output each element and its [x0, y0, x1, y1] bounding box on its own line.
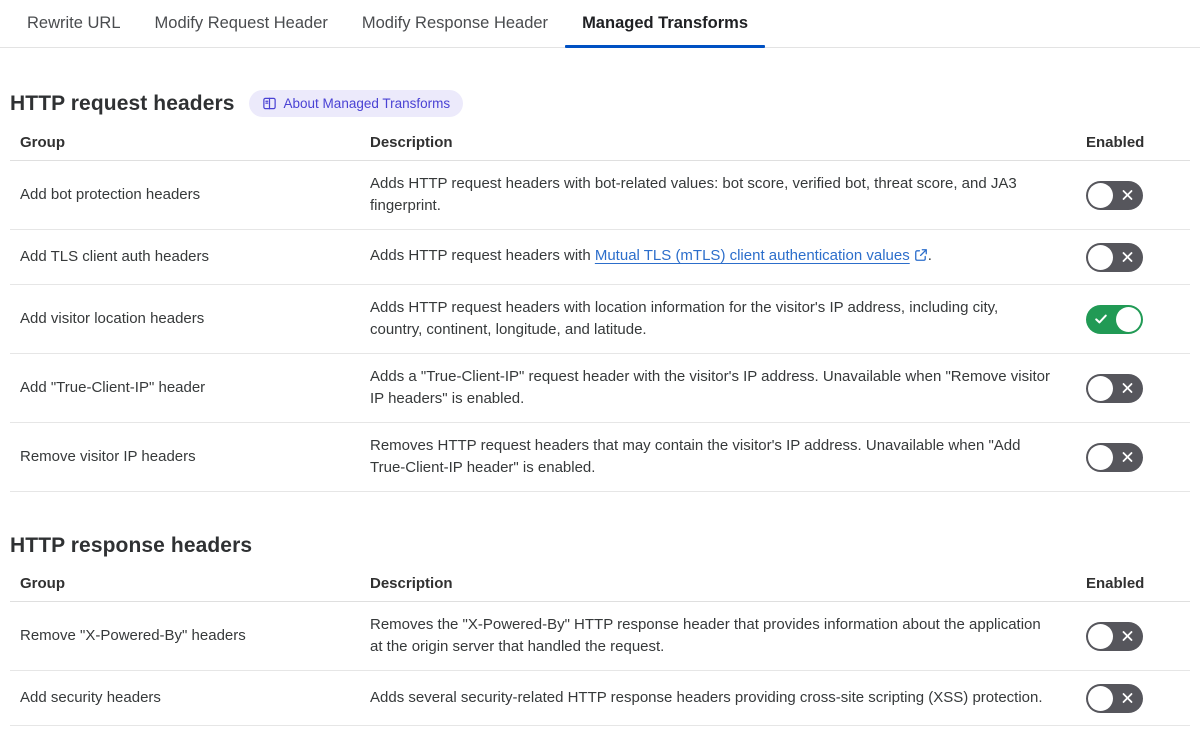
column-header-description: Description	[370, 134, 453, 151]
description-link[interactable]: Mutual TLS (mTLS) client authentication …	[595, 247, 910, 264]
x-icon	[1121, 189, 1134, 202]
enabled-toggle[interactable]	[1086, 304, 1143, 334]
section: HTTP request headers About Managed Trans…	[0, 90, 1200, 492]
table-row: Add TLS client auth headers Adds HTTP re…	[10, 230, 1190, 285]
section: HTTP response headers Group Description …	[0, 534, 1200, 726]
column-header-group: Group	[20, 134, 65, 151]
about-badge[interactable]: About Managed Transforms	[248, 90, 464, 117]
toggle-knob	[1088, 375, 1113, 401]
table-row: Add visitor location headers Adds HTTP r…	[10, 285, 1190, 354]
toggle-knob	[1088, 623, 1113, 649]
x-icon	[1121, 692, 1134, 705]
enabled-cell	[1080, 373, 1190, 403]
toggle-knob	[1116, 306, 1141, 332]
external-link-icon	[914, 247, 928, 269]
column-header-enabled: Enabled	[1086, 575, 1145, 592]
enabled-cell	[1080, 242, 1190, 272]
section-head: HTTP response headers	[0, 534, 1200, 558]
table-body: Remove "X-Powered-By" headers Removes th…	[10, 602, 1190, 726]
section-head: HTTP request headers About Managed Trans…	[0, 90, 1200, 117]
group-cell: Add "True-Client-IP" header	[20, 379, 206, 396]
enabled-cell	[1080, 180, 1190, 210]
section-title: HTTP response headers	[10, 534, 253, 557]
description-cell: Adds HTTP request headers with Mutual TL…	[370, 233, 1080, 281]
enabled-cell	[1080, 621, 1190, 651]
enabled-toggle[interactable]	[1086, 442, 1143, 472]
toggle-knob	[1088, 685, 1113, 711]
description-cell: Adds several security-related HTTP respo…	[370, 689, 1043, 706]
table-row: Add security headers Adds several securi…	[10, 671, 1190, 726]
group-cell: Add TLS client auth headers	[20, 248, 210, 265]
toggle-knob	[1088, 444, 1113, 470]
group-cell: Add visitor location headers	[20, 310, 205, 327]
enabled-toggle[interactable]	[1086, 373, 1143, 403]
column-header-enabled: Enabled	[1086, 134, 1145, 151]
enabled-toggle[interactable]	[1086, 242, 1143, 272]
table-body: Add bot protection headers Adds HTTP req…	[10, 161, 1190, 492]
column-header-group: Group	[20, 575, 65, 592]
table: Group Description Enabled Remove "X-Powe…	[10, 575, 1190, 726]
table-row: Add "True-Client-IP" header Adds a "True…	[10, 354, 1190, 423]
toggle-knob	[1088, 182, 1113, 208]
enabled-toggle[interactable]	[1086, 180, 1143, 210]
table-header: Group Description Enabled	[10, 575, 1190, 602]
group-cell: Add security headers	[20, 689, 161, 706]
badge-label: About Managed Transforms	[283, 96, 451, 111]
main: HTTP request headers About Managed Trans…	[0, 90, 1200, 740]
description-cell: Adds HTTP request headers with bot-relat…	[370, 175, 1017, 214]
table-row: Add bot protection headers Adds HTTP req…	[10, 161, 1190, 230]
enabled-toggle[interactable]	[1086, 621, 1143, 651]
enabled-cell	[1080, 683, 1190, 713]
description-cell: Removes HTTP request headers that may co…	[370, 437, 1021, 476]
table-row: Remove visitor IP headers Removes HTTP r…	[10, 423, 1190, 492]
enabled-cell	[1080, 442, 1190, 472]
description-cell: Adds a "True-Client-IP" request header w…	[370, 368, 1050, 407]
x-icon	[1121, 251, 1134, 264]
table-header: Group Description Enabled	[10, 134, 1190, 161]
column-header-description: Description	[370, 575, 453, 592]
x-icon	[1121, 382, 1134, 395]
tab-modify-response-header[interactable]: Modify Response Header	[345, 0, 565, 47]
tab-rewrite-url[interactable]: Rewrite URL	[10, 0, 138, 47]
group-cell: Remove visitor IP headers	[20, 448, 196, 465]
enabled-cell	[1080, 304, 1190, 334]
table-row: Remove "X-Powered-By" headers Removes th…	[10, 602, 1190, 671]
toggle-knob	[1088, 244, 1113, 270]
tab-modify-request-header[interactable]: Modify Request Header	[138, 0, 345, 47]
section-title: HTTP request headers	[10, 91, 235, 115]
group-cell: Add bot protection headers	[20, 186, 201, 203]
tab-bar: Rewrite URL Modify Request Header Modify R…	[0, 0, 1200, 48]
check-icon	[1094, 312, 1108, 326]
book-icon	[262, 96, 277, 111]
x-icon	[1121, 451, 1134, 464]
group-cell: Remove "X-Powered-By" headers	[20, 627, 246, 644]
x-icon	[1121, 630, 1134, 643]
description-cell: Removes the "X-Powered-By" HTTP response…	[370, 616, 1041, 655]
tab-managed-transforms[interactable]: Managed Transforms	[565, 0, 766, 48]
description-cell: Adds HTTP request headers with location …	[370, 299, 999, 338]
enabled-toggle[interactable]	[1086, 683, 1143, 713]
table: Group Description Enabled Add bot protec…	[10, 134, 1190, 492]
